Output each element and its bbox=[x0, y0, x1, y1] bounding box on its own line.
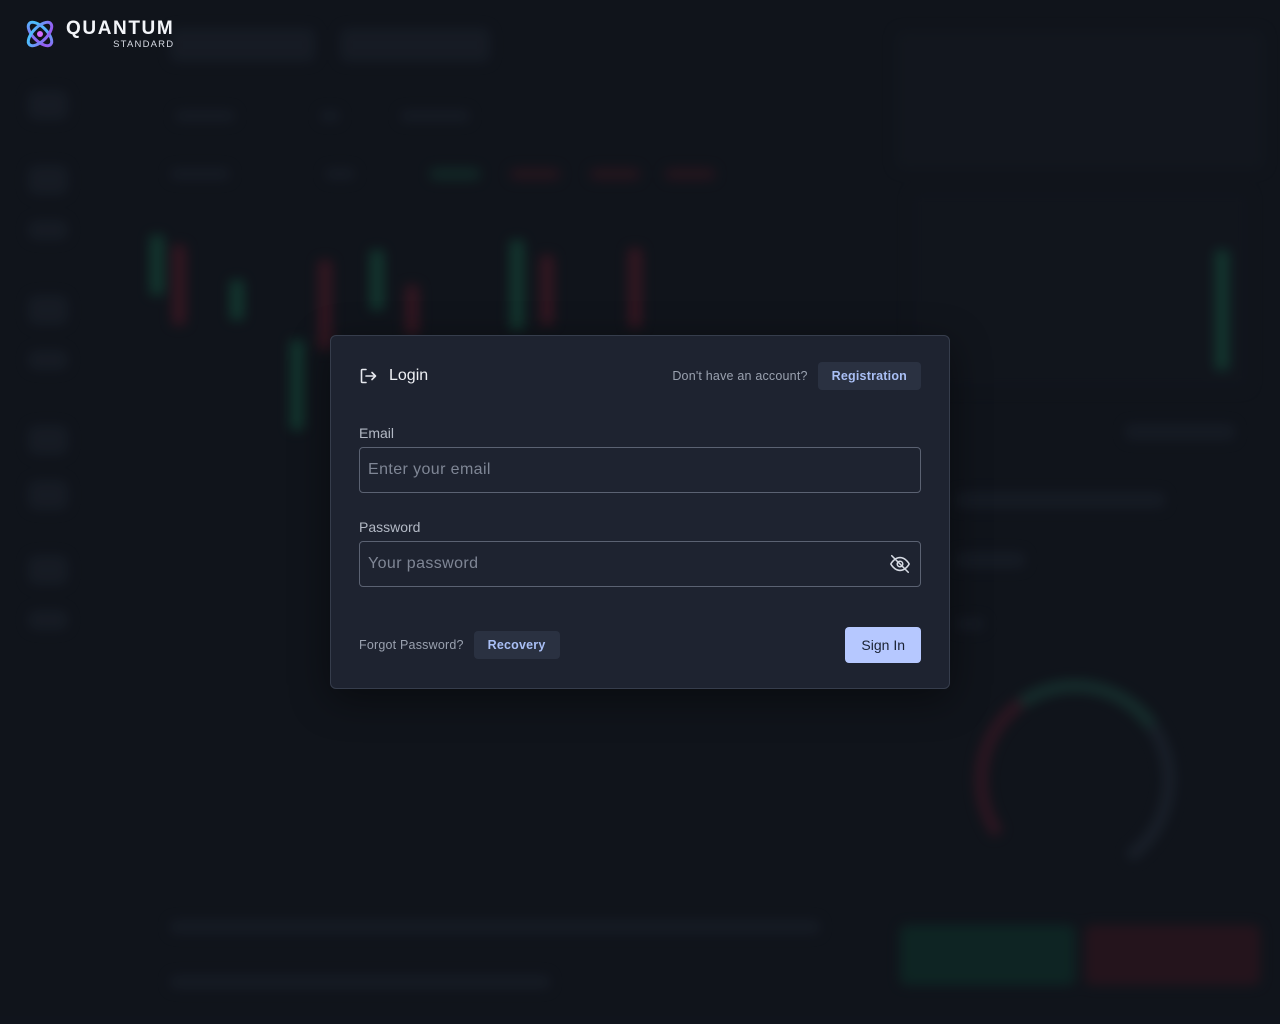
eye-off-icon[interactable] bbox=[880, 542, 920, 586]
login-screen: QUANTUM STANDARD Login Don't have an acc… bbox=[0, 0, 1280, 1024]
recovery-button[interactable]: Recovery bbox=[473, 631, 560, 659]
login-title: Login bbox=[389, 367, 429, 384]
sign-in-button[interactable]: Sign In bbox=[845, 627, 921, 663]
email-field-wrapper bbox=[359, 447, 921, 493]
login-dialog: Login Don't have an account? Registratio… bbox=[330, 335, 950, 689]
brand-subname: STANDARD bbox=[113, 38, 175, 50]
password-field-wrapper bbox=[359, 541, 921, 587]
registration-button[interactable]: Registration bbox=[817, 362, 921, 390]
login-dialog-header: Login Don't have an account? Registratio… bbox=[359, 361, 921, 391]
forgot-password-text: Forgot Password? bbox=[359, 638, 464, 652]
brand-name: QUANTUM bbox=[66, 17, 175, 39]
email-input[interactable] bbox=[360, 448, 920, 492]
brand-logo[interactable]: QUANTUM STANDARD bbox=[20, 14, 174, 54]
password-input[interactable] bbox=[360, 542, 880, 586]
no-account-text: Don't have an account? bbox=[672, 369, 808, 383]
email-label: Email bbox=[359, 425, 395, 441]
login-arrow-icon bbox=[359, 367, 377, 385]
login-dialog-footer: Forgot Password? Recovery Sign In bbox=[359, 627, 921, 663]
password-label: Password bbox=[359, 519, 421, 535]
quantum-logo-icon bbox=[20, 14, 60, 54]
